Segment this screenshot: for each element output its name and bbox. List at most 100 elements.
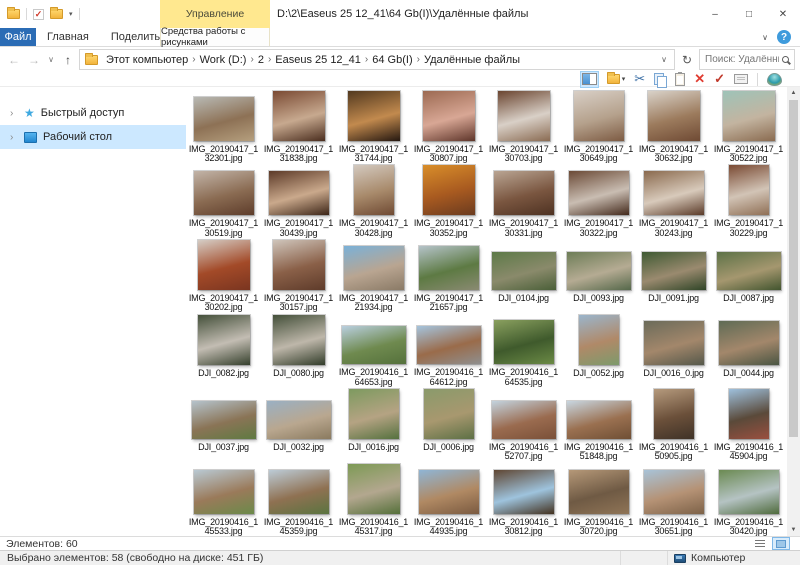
vertical-scrollbar[interactable]: ▲ ▼ [787,87,800,536]
help-icon[interactable]: ? [777,30,791,44]
file-item[interactable]: IMG_20190416_130812.jpg [486,462,561,536]
file-item[interactable]: IMG_20190416_145317.jpg [336,462,411,536]
file-item[interactable]: IMG_20190417_130703.jpg [486,89,561,164]
file-thumbnail[interactable] [567,401,631,439]
file-thumbnail[interactable] [354,165,394,215]
file-thumbnail[interactable] [723,91,775,141]
file-thumbnail[interactable] [574,91,624,141]
file-thumbnail[interactable] [654,389,694,439]
file-item[interactable]: DJI_0104.jpg [486,238,561,313]
file-thumbnail[interactable] [198,240,250,290]
file-item[interactable]: IMG_20190417_130428.jpg [336,164,411,239]
file-item[interactable]: DJI_0037.jpg [186,387,261,462]
search-input[interactable]: Поиск: Удалённы... [699,49,795,70]
up-icon[interactable]: ↑ [59,53,77,67]
file-item[interactable]: IMG_20190416_150905.jpg [636,387,711,462]
tab-home[interactable]: Главная [36,28,100,46]
file-item[interactable]: IMG_20190416_164612.jpg [411,313,486,388]
expander-chevron-icon[interactable]: › [10,132,18,143]
file-thumbnail[interactable] [729,165,769,215]
back-icon[interactable]: ← [5,53,23,67]
file-item[interactable]: IMG_20190416_130720.jpg [561,462,636,536]
file-item[interactable]: IMG_20190416_145533.jpg [186,462,261,536]
file-item[interactable]: IMG_20190417_131744.jpg [336,89,411,164]
breadcrumb-item[interactable]: 64 Gb(I) [369,54,415,66]
file-item[interactable]: IMG_20190417_130352.jpg [411,164,486,239]
file-item[interactable]: IMG_20190417_130331.jpg [486,164,561,239]
tab-picture-tools[interactable]: Средства работы с рисунками [160,28,270,46]
file-item[interactable]: DJI_0032.jpg [261,387,336,462]
file-item[interactable]: DJI_0052.jpg [561,313,636,388]
file-item[interactable]: IMG_20190417_130807.jpg [411,89,486,164]
file-item[interactable]: IMG_20190417_130649.jpg [561,89,636,164]
file-item[interactable]: DJI_0082.jpg [186,313,261,388]
file-thumbnail[interactable] [492,401,556,439]
file-thumbnail[interactable] [344,246,404,290]
file-item[interactable]: IMG_20190416_152707.jpg [486,387,561,462]
file-thumbnail[interactable] [348,91,400,141]
file-thumbnail[interactable] [569,470,629,514]
cut-button[interactable]: ✂ [634,72,645,87]
file-item[interactable]: IMG_20190417_130229.jpg [711,164,786,239]
file-item[interactable]: IMG_20190417_130632.jpg [636,89,711,164]
shell-extension-button[interactable] [767,72,782,87]
file-thumbnail[interactable] [273,240,325,290]
file-thumbnail[interactable] [494,470,554,514]
file-thumbnail[interactable] [269,470,329,514]
file-item[interactable]: DJI_0044.jpg [711,313,786,388]
file-item[interactable]: IMG_20190417_130157.jpg [261,238,336,313]
scroll-down-icon[interactable]: ▼ [787,524,800,536]
recent-locations-chevron-icon[interactable]: ∨ [45,55,57,64]
file-item[interactable]: DJI_0080.jpg [261,313,336,388]
file-thumbnail[interactable] [267,401,331,439]
new-folder-button[interactable]: ▾ [607,72,626,87]
file-item[interactable]: IMG_20190416_144935.jpg [411,462,486,536]
copy-button[interactable] [654,72,666,87]
file-thumbnail[interactable] [567,252,631,290]
file-item[interactable]: DJI_0016.jpg [336,387,411,462]
folder-icon[interactable] [50,9,63,19]
file-thumbnail[interactable] [194,171,254,215]
file-thumbnail[interactable] [269,171,329,215]
scrollbar-thumb[interactable] [789,100,798,437]
file-thumbnail[interactable] [729,389,769,439]
sidebar-item-desktop[interactable]: ›Рабочий стол [0,125,186,149]
file-item[interactable]: IMG_20190416_164653.jpg [336,313,411,388]
maximize-button[interactable]: □ [732,0,766,28]
close-button[interactable]: ✕ [766,0,800,28]
file-thumbnail[interactable] [423,91,475,141]
file-thumbnail[interactable] [717,252,781,290]
file-thumbnail[interactable] [349,389,399,439]
file-thumbnail[interactable] [192,401,256,439]
file-thumbnail[interactable] [644,470,704,514]
minimize-button[interactable]: – [698,0,732,28]
file-item[interactable]: DJI_0091.jpg [636,238,711,313]
file-item[interactable]: IMG_20190417_130202.jpg [186,238,261,313]
file-item[interactable]: DJI_0006.jpg [411,387,486,462]
expand-ribbon-chevron-icon[interactable]: ∨ [762,33,768,42]
confirm-button[interactable]: ✓ [714,72,725,87]
file-item[interactable]: IMG_20190416_151848.jpg [561,387,636,462]
properties-check-icon[interactable]: ✓ [33,9,44,20]
customize-qat-chevron-icon[interactable]: ▾ [69,10,73,18]
thumbnails-view-button[interactable] [772,537,790,550]
breadcrumb-item[interactable]: Easeus 25 12_41 [272,54,364,66]
file-item[interactable]: IMG_20190416_145904.jpg [711,387,786,462]
file-item[interactable]: IMG_20190417_132301.jpg [186,89,261,164]
file-item[interactable]: IMG_20190417_130322.jpg [561,164,636,239]
file-item[interactable]: IMG_20190417_121657.jpg [411,238,486,313]
file-item[interactable]: IMG_20190417_130519.jpg [186,164,261,239]
file-thumbnail[interactable] [719,470,779,514]
mail-button[interactable] [734,72,748,87]
file-thumbnail[interactable] [498,91,550,141]
file-thumbnail[interactable] [644,171,704,215]
file-item[interactable]: IMG_20190417_131838.jpg [261,89,336,164]
file-item[interactable]: IMG_20190417_130522.jpg [711,89,786,164]
file-thumbnail[interactable] [348,464,400,514]
breadcrumb-item[interactable]: Work (D:) [197,54,250,66]
file-item[interactable]: IMG_20190416_164535.jpg [486,313,561,388]
details-view-button[interactable] [751,537,769,550]
file-thumbnail[interactable] [198,315,250,365]
file-item[interactable]: IMG_20190416_130651.jpg [636,462,711,536]
file-item[interactable]: IMG_20190417_121934.jpg [336,238,411,313]
